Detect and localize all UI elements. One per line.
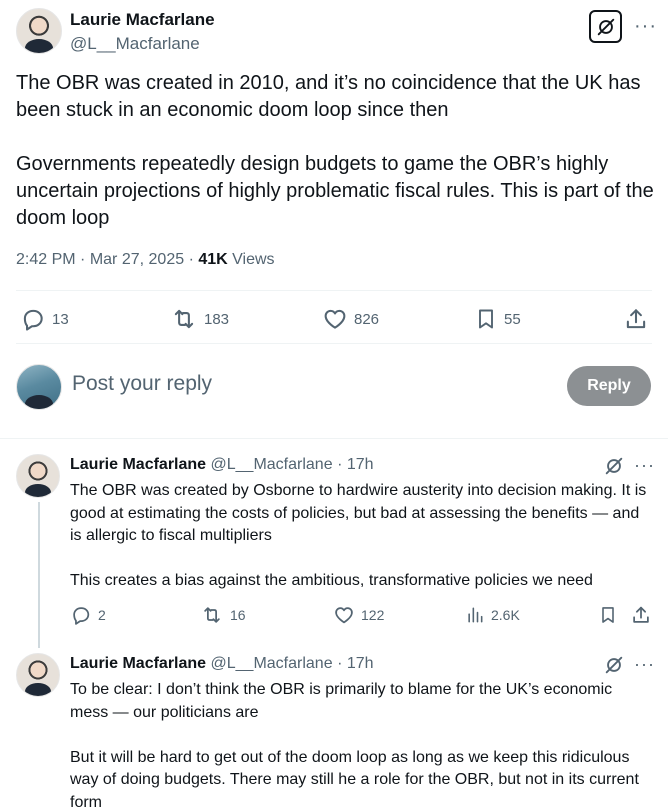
reply-author-handle[interactable]: @L__Macfarlane <box>211 655 333 672</box>
like-action[interactable]: 122 <box>333 604 384 626</box>
views-count: 2.6K <box>491 607 520 623</box>
bookmark-icon <box>602 607 614 623</box>
repost-action[interactable]: 183 <box>170 306 229 332</box>
reply-author-name[interactable]: Laurie Macfarlane <box>70 456 206 473</box>
meta-separator: · <box>188 251 199 268</box>
heart-icon <box>335 607 353 624</box>
reply-author-handle[interactable]: @L__Macfarlane <box>211 456 333 473</box>
tweet-date[interactable]: Mar 27, 2025 <box>90 251 184 268</box>
repost-icon <box>174 309 194 329</box>
reply-button[interactable]: Reply <box>567 366 651 406</box>
like-count: 122 <box>361 607 385 623</box>
reply-avatar[interactable] <box>16 653 60 697</box>
reply-avatar[interactable] <box>16 454 60 498</box>
bookmark-count: 55 <box>504 310 521 328</box>
more-options-button[interactable]: ··· <box>634 456 655 474</box>
author-avatar[interactable] <box>16 8 62 54</box>
repost-icon <box>204 607 220 623</box>
reply-age[interactable]: 17h <box>347 456 374 473</box>
views-action[interactable]: 2.6K <box>465 604 520 626</box>
user-avatar[interactable] <box>16 364 62 410</box>
views-count: 41K <box>198 251 228 268</box>
share-icon <box>633 606 649 623</box>
reply-icon <box>23 309 43 331</box>
heart-icon <box>324 309 346 329</box>
grok-button[interactable] <box>603 654 625 681</box>
more-options-button[interactable]: ··· <box>634 16 657 36</box>
author-handle[interactable]: @L__Macfarlane <box>70 34 200 54</box>
bookmark-action[interactable] <box>598 604 618 626</box>
more-options-button[interactable]: ··· <box>634 655 655 673</box>
repost-action[interactable]: 16 <box>200 604 246 626</box>
reply-count: 13 <box>52 310 69 328</box>
share-icon <box>626 309 646 329</box>
repost-count: 183 <box>204 310 230 328</box>
reply-input[interactable]: Post your reply <box>72 372 212 396</box>
reply-count: 2 <box>98 607 106 623</box>
reply-header: Laurie Macfarlane @L__Macfarlane · 17h <box>70 655 374 673</box>
tweet-text: The OBR was created in 2010, and it’s no… <box>16 72 654 229</box>
divider <box>16 290 652 291</box>
views-label: Views <box>232 251 275 268</box>
grok-button[interactable] <box>603 455 625 482</box>
reply-action[interactable]: 13 <box>20 306 69 332</box>
reply-header: Laurie Macfarlane @L__Macfarlane · 17h <box>70 456 374 474</box>
tweet-time[interactable]: 2:42 PM <box>16 251 76 268</box>
grok-icon <box>597 18 614 35</box>
bookmark-icon <box>479 309 493 329</box>
author-name[interactable]: Laurie Macfarlane <box>70 10 215 30</box>
reply-author-name[interactable]: Laurie Macfarlane <box>70 655 206 672</box>
reply-separator: · <box>337 655 343 672</box>
analytics-icon <box>468 607 483 623</box>
reply-text: To be clear: I don’t think the OBR is pr… <box>70 681 639 810</box>
share-action[interactable] <box>623 306 649 332</box>
reply-action[interactable]: 2 <box>70 604 106 626</box>
bookmark-action[interactable]: 55 <box>474 306 521 332</box>
grok-button[interactable] <box>589 10 622 43</box>
grok-icon <box>605 656 623 674</box>
grok-icon <box>605 457 623 475</box>
thread-connector <box>38 502 40 648</box>
divider <box>0 438 668 439</box>
like-action[interactable]: 826 <box>322 306 379 332</box>
reply-age[interactable]: 17h <box>347 655 374 672</box>
like-count: 826 <box>354 310 380 328</box>
repost-count: 16 <box>230 607 246 623</box>
divider <box>16 343 652 344</box>
reply-separator: · <box>337 456 343 473</box>
meta-separator: · <box>80 251 90 268</box>
reply-text: The OBR was created by Osborne to hardwi… <box>70 482 647 589</box>
share-action[interactable] <box>630 604 652 626</box>
tweet-meta: 2:42 PM · Mar 27, 2025 · 41K Views <box>16 251 275 269</box>
reply-icon <box>73 607 90 625</box>
